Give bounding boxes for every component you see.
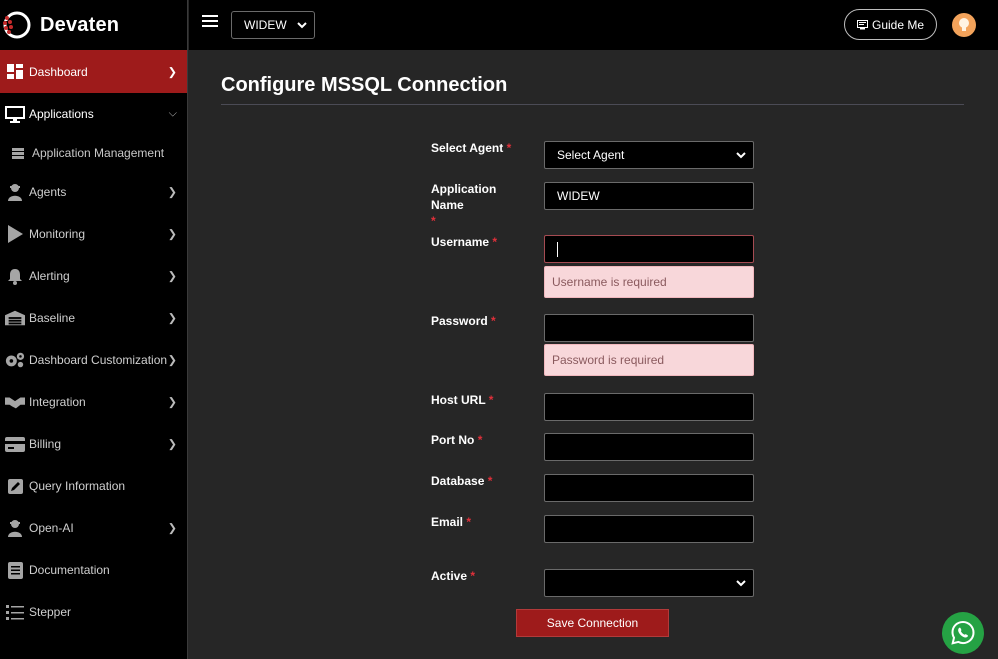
chevron-right-icon: ❯ — [167, 438, 177, 451]
chevron-right-icon: ❯ — [167, 354, 177, 367]
chevron-right-icon: ❯ — [167, 522, 177, 535]
sidebar-nav: Dashboard ❯ Applications ⌵ Application M… — [0, 50, 187, 633]
application-name-value: WIDEW — [557, 189, 600, 203]
sidebar-item-alerting[interactable]: Alerting ❯ — [0, 255, 187, 297]
chevron-down-icon — [736, 152, 746, 159]
port-no-label: Port No * — [431, 433, 483, 447]
chevron-right-icon: ❯ — [167, 186, 177, 199]
hamburger-menu-icon[interactable] — [202, 15, 218, 29]
sidebar-item-label: Agents — [29, 185, 67, 199]
sidebar-item-label: Billing — [29, 437, 62, 451]
sidebar: Devaten Dashboard ❯ Applications ⌵ Appli… — [0, 0, 188, 659]
monitor-icon — [5, 105, 25, 123]
agent-icon — [5, 519, 25, 537]
username-label: Username * — [431, 235, 498, 249]
text-cursor — [557, 241, 558, 257]
database-input[interactable] — [544, 474, 754, 502]
password-error: Password is required — [544, 344, 754, 376]
sidebar-item-documentation[interactable]: Documentation — [0, 549, 187, 591]
guide-me-label: Guide Me — [871, 17, 925, 32]
save-connection-button[interactable]: Save Connection — [516, 609, 669, 637]
edit-icon — [5, 477, 25, 495]
chevron-down-icon — [736, 580, 746, 587]
sidebar-item-label: Documentation — [29, 563, 110, 577]
sidebar-item-open-ai[interactable]: Open-AI ❯ — [0, 507, 187, 549]
sidebar-item-label: Baseline — [29, 311, 76, 325]
password-input[interactable] — [544, 314, 754, 342]
active-dropdown[interactable] — [544, 569, 754, 597]
sidebar-item-label: Query Information — [29, 479, 126, 493]
application-select[interactable]: WIDEW — [231, 11, 315, 39]
sidebar-item-billing[interactable]: Billing ❯ — [0, 423, 187, 465]
whatsapp-icon[interactable] — [942, 612, 984, 654]
password-label: Password * — [431, 314, 496, 328]
username-error: Username is required — [544, 266, 754, 298]
warehouse-icon — [5, 309, 25, 327]
email-input[interactable] — [544, 515, 754, 543]
main-content: Configure MSSQL Connection Select Agent … — [189, 50, 998, 659]
topbar: WIDEW Guide Me — [189, 0, 998, 50]
port-no-input[interactable] — [544, 433, 754, 461]
select-agent-dropdown[interactable]: Select Agent — [544, 141, 754, 169]
username-input[interactable] — [544, 235, 754, 263]
sidebar-item-label: Dashboard Customization — [29, 353, 168, 367]
sidebar-item-applications[interactable]: Applications ⌵ — [0, 93, 187, 135]
sidebar-item-stepper[interactable]: Stepper — [0, 591, 187, 633]
host-url-input[interactable] — [544, 393, 754, 421]
list-icon — [5, 603, 25, 621]
chevron-right-icon: ❯ — [167, 228, 177, 241]
chevron-down-icon: ⌵ — [168, 107, 177, 120]
sidebar-item-label: Monitoring — [29, 227, 86, 241]
sidebar-item-label: Applications — [29, 107, 94, 121]
devaten-logo-icon — [3, 11, 31, 39]
title-divider — [221, 104, 964, 105]
sidebar-item-dashboard-customization[interactable]: Dashboard Customization ❯ — [0, 339, 187, 381]
sidebar-item-label: Stepper — [29, 605, 72, 619]
sidebar-item-label: Dashboard — [29, 64, 88, 79]
agent-icon — [5, 183, 25, 201]
host-url-label: Host URL * — [431, 393, 494, 407]
sidebar-item-label: Application Management — [32, 146, 165, 160]
chevron-right-icon: ❯ — [167, 312, 177, 325]
sidebar-item-agents[interactable]: Agents ❯ — [0, 171, 187, 213]
server-icon — [8, 144, 28, 162]
lightbulb-icon[interactable] — [952, 13, 976, 37]
sidebar-item-dashboard[interactable]: Dashboard ❯ — [0, 50, 187, 93]
billing-icon — [5, 435, 25, 453]
select-agent-value: Select Agent — [557, 148, 625, 162]
application-name-input[interactable]: WIDEW — [544, 182, 754, 210]
presentation-icon — [856, 19, 868, 29]
document-icon — [5, 561, 25, 579]
gears-icon — [5, 351, 25, 369]
page-title: Configure MSSQL Connection — [221, 74, 508, 96]
application-select-value: WIDEW — [244, 18, 287, 32]
active-label: Active * — [431, 569, 476, 583]
dashboard-icon — [5, 63, 25, 81]
sidebar-item-monitoring[interactable]: Monitoring ❯ — [0, 213, 187, 255]
app-root: Devaten Dashboard ❯ Applications ⌵ Appli… — [0, 0, 998, 659]
sidebar-item-label: Integration — [29, 395, 86, 409]
sidebar-item-integration[interactable]: Integration ❯ — [0, 381, 187, 423]
bell-icon — [5, 267, 25, 285]
guide-me-button[interactable]: Guide Me — [844, 9, 937, 40]
email-label: Email * — [431, 515, 472, 529]
chevron-right-icon: ❯ — [167, 66, 177, 78]
select-agent-label: Select Agent * — [431, 141, 512, 155]
brand-name: Devaten — [40, 13, 120, 36]
sidebar-item-application-management[interactable]: Application Management — [0, 135, 187, 171]
sidebar-item-label: Open-AI — [29, 521, 74, 535]
sidebar-item-query-information[interactable]: Query Information — [0, 465, 187, 507]
handshake-icon — [5, 393, 25, 411]
database-label: Database * — [431, 474, 493, 488]
sidebar-item-baseline[interactable]: Baseline ❯ — [0, 297, 187, 339]
chevron-down-icon — [297, 22, 307, 29]
play-icon — [5, 225, 25, 243]
chevron-right-icon: ❯ — [167, 396, 177, 409]
sidebar-item-label: Alerting — [29, 269, 70, 283]
chevron-right-icon: ❯ — [167, 270, 177, 283]
application-name-label: Application Name * — [431, 182, 497, 228]
brand[interactable]: Devaten — [0, 0, 187, 50]
